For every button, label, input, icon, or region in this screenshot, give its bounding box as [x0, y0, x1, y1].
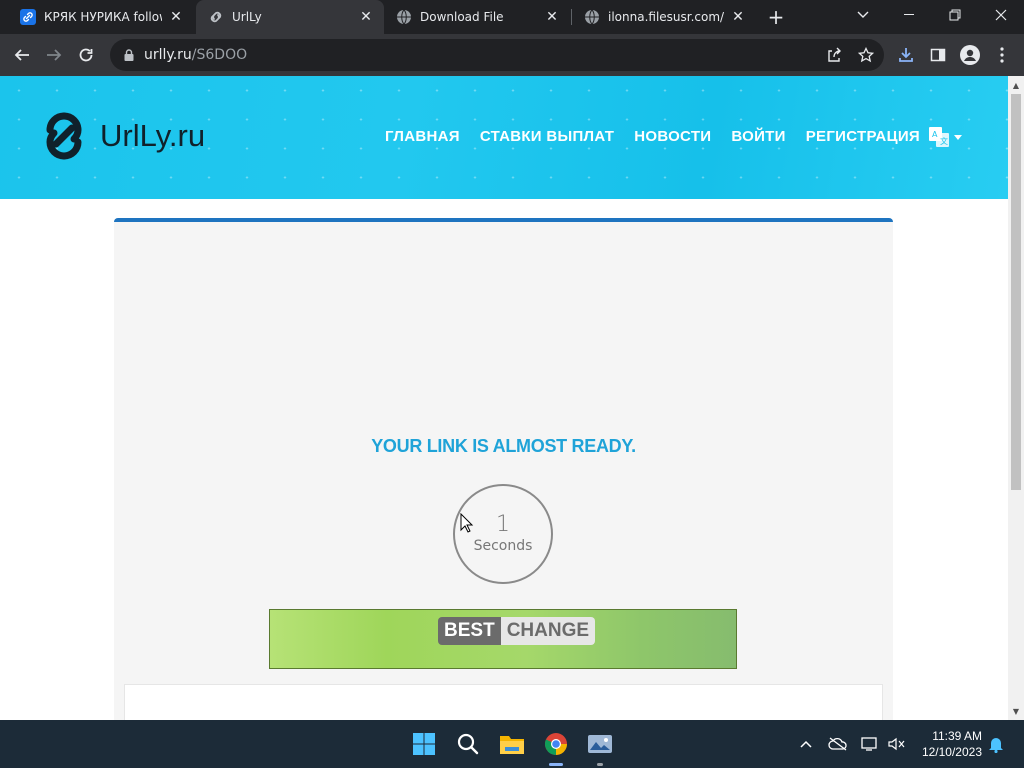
tab-search-chevron-icon[interactable] — [840, 0, 886, 30]
screen: КРЯК НУРИКА follow t ✕ UrlLy ✕ Download … — [0, 0, 1024, 768]
photos-running-indicator — [597, 763, 603, 766]
scrollbar-thumb[interactable] — [1011, 94, 1021, 490]
windows-taskbar: 11:39 AM 12/10/2023 — [0, 720, 1024, 768]
address-bar[interactable]: urlly.ru/S6DOO — [110, 39, 884, 71]
forward-button[interactable] — [40, 41, 68, 69]
globe-icon — [584, 9, 600, 25]
caret-down-icon — [954, 134, 962, 140]
bestchange-change-text: CHANGE — [500, 617, 596, 645]
onedrive-offline-icon[interactable] — [828, 734, 848, 754]
profile-icon[interactable] — [956, 41, 984, 69]
tab-urlly[interactable]: UrlLy ✕ — [196, 0, 384, 34]
tab-close-icon[interactable]: ✕ — [358, 9, 374, 25]
urlly-logo-icon — [46, 112, 82, 160]
content-box — [124, 684, 883, 720]
bestchange-logo: BEST CHANGE — [438, 617, 596, 645]
language-selector[interactable]: A 文 — [928, 126, 962, 148]
mouse-cursor-icon — [460, 513, 474, 533]
tab-title: КРЯК НУРИКА follow t — [44, 10, 162, 24]
tab-title: UrlLy — [232, 10, 262, 24]
chrome-active-indicator — [549, 763, 563, 766]
svg-text:A: A — [932, 130, 938, 139]
browser-tab-strip: КРЯК НУРИКА follow t ✕ UrlLy ✕ Download … — [0, 0, 1024, 34]
network-icon[interactable] — [860, 734, 880, 754]
nav-payout-rates[interactable]: СТАВКИ ВЫПЛАТ — [480, 128, 614, 145]
tab-title: ilonna.filesusr.com/htm — [608, 10, 724, 24]
close-window-button[interactable] — [978, 0, 1024, 30]
tray-overflow-chevron-icon[interactable] — [796, 734, 816, 754]
minimize-button[interactable] — [886, 0, 932, 30]
tab-kryak[interactable]: КРЯК НУРИКА follow t ✕ — [8, 0, 194, 34]
svg-text:文: 文 — [940, 136, 948, 146]
translate-icon: A 文 — [929, 127, 949, 147]
photos-app-icon[interactable] — [584, 728, 616, 760]
notification-bell-icon[interactable] — [986, 734, 1006, 754]
tab-close-icon[interactable]: ✕ — [544, 9, 560, 25]
menu-kebab-icon[interactable] — [988, 41, 1016, 69]
scroll-up-arrow-icon[interactable]: ▲ — [1008, 78, 1024, 92]
globe-icon — [396, 9, 412, 25]
site-logo[interactable]: UrlLy.ru — [34, 106, 205, 166]
taskbar-clock[interactable]: 11:39 AM 12/10/2023 — [914, 728, 982, 760]
logo-text: UrlLy.ru — [100, 118, 206, 153]
new-tab-button[interactable]: + — [764, 5, 788, 29]
tab-filesusr[interactable]: ilonna.filesusr.com/htm ✕ — [572, 0, 756, 34]
search-icon[interactable] — [452, 728, 484, 760]
link-icon — [20, 9, 36, 25]
countdown-number: 1 — [496, 512, 510, 537]
share-icon[interactable] — [820, 41, 848, 69]
browser-toolbar: urlly.ru/S6DOO — [0, 34, 1024, 76]
back-button[interactable] — [8, 41, 36, 69]
restore-button[interactable] — [932, 0, 978, 30]
bestchange-best-text: BEST — [438, 617, 501, 645]
link-card: YOUR LINK IS ALMOST READY. 1 Seconds BES… — [114, 218, 893, 720]
page-scrollbar[interactable]: ▲ ▼ — [1008, 76, 1024, 720]
scroll-down-arrow-icon[interactable]: ▼ — [1008, 704, 1024, 718]
tab-title: Download File — [420, 10, 504, 24]
main-nav: ГЛАВНАЯ СТАВКИ ВЫПЛАТ НОВОСТИ ВОЙТИ РЕГИ… — [385, 128, 920, 145]
download-icon[interactable] — [892, 41, 920, 69]
countdown-unit: Seconds — [473, 538, 533, 554]
link-ready-heading: YOUR LINK IS ALMOST READY. — [371, 436, 636, 456]
chrome-icon[interactable] — [540, 728, 572, 760]
side-panel-icon[interactable] — [924, 41, 952, 69]
bookmark-star-icon[interactable] — [852, 41, 880, 69]
lock-icon[interactable] — [122, 48, 136, 62]
nav-home[interactable]: ГЛАВНАЯ — [385, 128, 460, 145]
tab-download-file[interactable]: Download File ✕ — [384, 0, 570, 34]
nav-news[interactable]: НОВОСТИ — [634, 128, 711, 145]
urlly-chain-icon — [208, 9, 224, 25]
clock-date: 12/10/2023 — [921, 745, 982, 759]
windows-start-icon[interactable] — [408, 728, 440, 760]
clock-time: 11:39 AM — [932, 729, 982, 743]
countdown-timer: 1 Seconds — [453, 484, 553, 584]
tab-close-icon[interactable]: ✕ — [168, 9, 184, 25]
bestchange-ad-banner[interactable]: BEST CHANGE — [269, 609, 737, 669]
nav-register[interactable]: РЕГИСТРАЦИЯ — [806, 128, 920, 145]
address-host: urlly.ru — [144, 47, 192, 63]
reload-button[interactable] — [72, 41, 100, 69]
tab-close-icon[interactable]: ✕ — [730, 9, 746, 25]
site-header: UrlLy.ru ГЛАВНАЯ СТАВКИ ВЫПЛАТ НОВОСТИ В… — [0, 76, 1008, 199]
file-explorer-icon[interactable] — [496, 728, 528, 760]
nav-login[interactable]: ВОЙТИ — [731, 128, 785, 145]
volume-muted-icon[interactable] — [886, 734, 906, 754]
address-path: /S6DOO — [191, 47, 248, 63]
page-viewport: UrlLy.ru ГЛАВНАЯ СТАВКИ ВЫПЛАТ НОВОСТИ В… — [0, 76, 1008, 720]
